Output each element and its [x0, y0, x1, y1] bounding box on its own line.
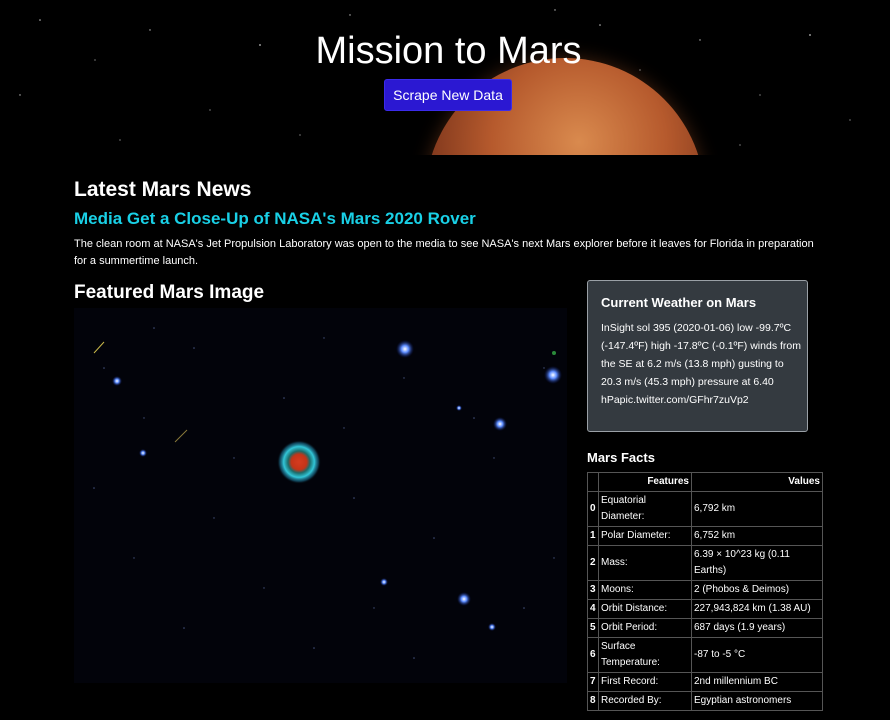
row-index: 4 [587, 599, 599, 619]
row-value: Egyptian astronomers [691, 691, 823, 711]
row-index: 3 [587, 580, 599, 600]
table-row: 4 Orbit Distance: 227,943,824 km (1.38 A… [587, 599, 823, 619]
row-value: -87 to -5 °C [691, 637, 823, 673]
row-feature: Equatorial Diameter: [598, 491, 692, 527]
column-header-values: Values [691, 472, 823, 492]
row-value: 6,752 km [691, 526, 823, 546]
row-value: 2 (Phobos & Deimos) [691, 580, 823, 600]
row-value: 2nd millennium BC [691, 672, 823, 692]
table-row: 1 Polar Diameter: 6,752 km [587, 526, 823, 546]
row-feature: Recorded By: [598, 691, 692, 711]
row-index: 7 [587, 672, 599, 692]
row-index: 1 [587, 526, 599, 546]
news-paragraph: The clean room at NASA's Jet Propulsion … [74, 238, 814, 267]
table-header-row: Features Values [587, 472, 823, 492]
featured-image-heading: Featured Mars Image [74, 282, 265, 303]
page-title: Mission to Mars [315, 30, 582, 72]
scrape-new-data-button[interactable]: Scrape New Data [384, 79, 512, 111]
row-index: 6 [587, 637, 599, 673]
table-row: 0 Equatorial Diameter: 6,792 km [587, 491, 823, 527]
table-row: 7 First Record: 2nd millennium BC [587, 672, 823, 692]
row-feature: Surface Temperature: [598, 637, 692, 673]
row-index: 0 [587, 491, 599, 527]
table-row: 6 Surface Temperature: -87 to -5 °C [587, 637, 823, 673]
table-row: 8 Recorded By: Egyptian astronomers [587, 691, 823, 711]
facts-heading: Mars Facts [587, 450, 655, 465]
row-index: 5 [587, 618, 599, 638]
row-index: 2 [587, 545, 599, 581]
row-feature: Polar Diameter: [598, 526, 692, 546]
row-value: 687 days (1.9 years) [691, 618, 823, 638]
table-row: 2 Mass: 6.39 × 10^23 kg (0.11 Earths) [587, 545, 823, 581]
row-feature: Orbit Period: [598, 618, 692, 638]
weather-card: Current Weather on Mars InSight sol 395 … [587, 280, 808, 432]
row-value: 227,943,824 km (1.38 AU) [691, 599, 823, 619]
row-feature: Moons: [598, 580, 692, 600]
row-feature: First Record: [598, 672, 692, 692]
news-title-link[interactable]: Media Get a Close-Up of NASA's Mars 2020… [74, 209, 476, 229]
table-row: 3 Moons: 2 (Phobos & Deimos) [587, 580, 823, 600]
mars-facts-table: Features Values 0 Equatorial Diameter: 6… [587, 472, 823, 711]
table-row: 5 Orbit Period: 687 days (1.9 years) [587, 618, 823, 638]
featured-mars-image [74, 308, 567, 683]
row-feature: Orbit Distance: [598, 599, 692, 619]
row-feature: Mass: [598, 545, 692, 581]
column-header-features: Features [598, 472, 692, 492]
row-index: 8 [587, 691, 599, 711]
row-value: 6,792 km [691, 491, 823, 527]
news-heading: Latest Mars News [74, 178, 252, 201]
column-header-index [587, 472, 599, 492]
weather-text: InSight sol 395 (2020-01-06) low -99.7ºC… [601, 322, 801, 406]
row-value: 6.39 × 10^23 kg (0.11 Earths) [691, 545, 823, 581]
weather-heading: Current Weather on Mars [601, 295, 757, 310]
